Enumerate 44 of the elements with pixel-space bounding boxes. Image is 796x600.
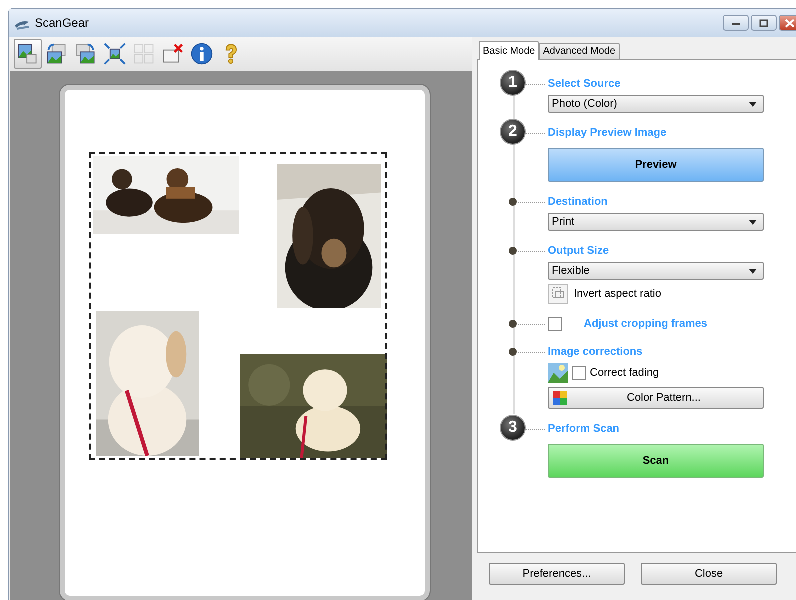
step-title: Perform Scan	[548, 422, 621, 437]
color-squares-icon	[552, 390, 568, 406]
window-title: ScanGear	[35, 16, 90, 30]
landscape-icon	[548, 363, 568, 383]
color-pattern-button[interactable]: Color Pattern...	[548, 387, 764, 409]
step-number: 1	[501, 71, 525, 95]
step-title: Destination	[548, 195, 609, 210]
preview-button[interactable]: Preview	[548, 148, 764, 182]
dropdown[interactable]: Print	[548, 213, 764, 231]
checkbox[interactable]	[572, 366, 586, 380]
caret-icon	[749, 102, 757, 106]
step-title: Image corrections	[548, 345, 644, 360]
step-dot	[509, 348, 517, 356]
dropdown[interactable]: Flexible	[548, 262, 764, 280]
scan-button[interactable]: Scan	[548, 444, 764, 478]
close-icon	[785, 18, 795, 28]
step-number: 2	[501, 120, 525, 144]
checkbox[interactable]	[548, 317, 562, 331]
close-button[interactable]	[779, 15, 796, 31]
dropdown[interactable]: Photo (Color)	[548, 95, 764, 113]
aspect-ratio-icon[interactable]	[548, 284, 568, 304]
step-dot	[509, 247, 517, 255]
minimize-button[interactable]	[723, 15, 749, 31]
caret-icon	[749, 220, 757, 224]
preferences-button[interactable]: Preferences...	[489, 563, 625, 585]
step-number: 3	[501, 416, 525, 440]
tab[interactable]: Advanced Mode	[539, 43, 620, 59]
checkbox-label: Adjust cropping frames	[584, 318, 708, 330]
step-title: Select Source	[548, 77, 622, 92]
caret-icon	[749, 268, 757, 274]
crop-arrows-icon	[103, 41, 127, 67]
step-title: Output Size	[548, 244, 610, 259]
maximize-icon	[759, 18, 769, 28]
cropping-frame[interactable]	[89, 152, 387, 460]
toolbar-button[interactable]	[14, 39, 42, 69]
step-dot	[509, 320, 517, 328]
tab[interactable]: Basic Mode	[479, 41, 540, 60]
step-title: Display Preview Image	[548, 126, 668, 141]
checkbox-label: Correct fading	[590, 367, 660, 379]
close-dialog-button[interactable]: Close	[641, 563, 777, 585]
option-label: Invert aspect ratio	[574, 288, 662, 300]
step-dot	[509, 198, 517, 206]
info-icon	[190, 41, 214, 67]
maximize-button[interactable]	[751, 15, 777, 31]
